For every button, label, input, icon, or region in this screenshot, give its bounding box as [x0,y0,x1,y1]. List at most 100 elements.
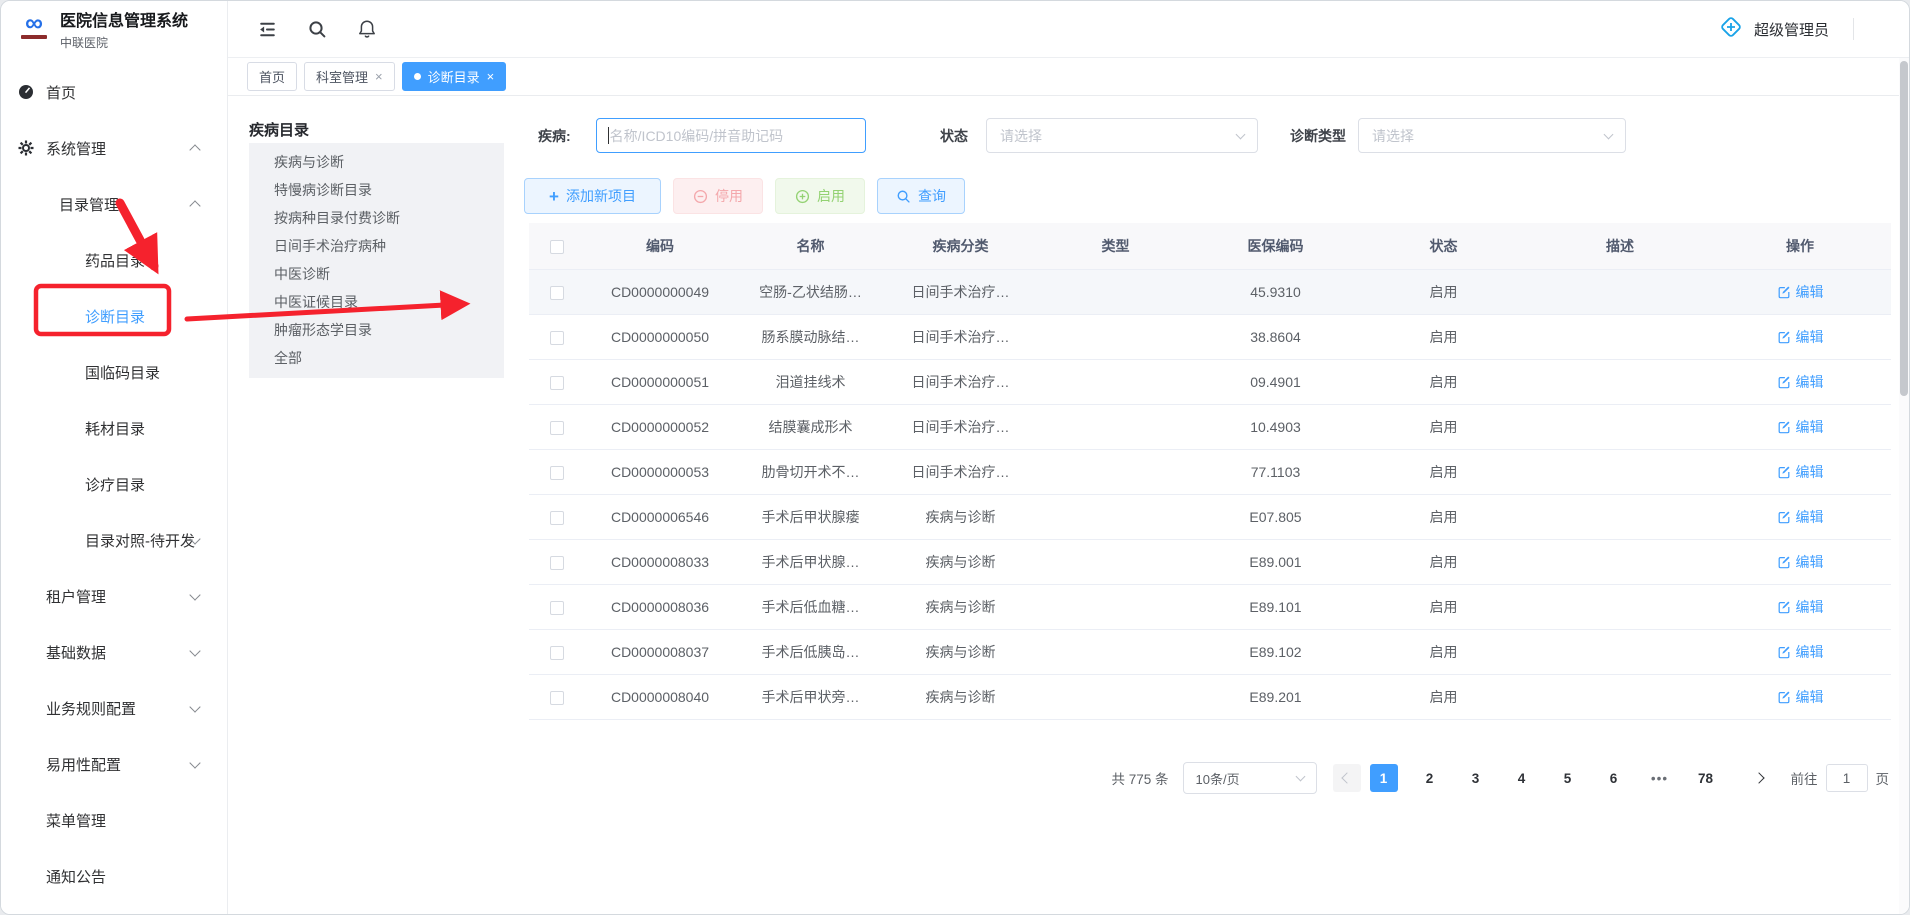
disease-catalog-tree: 疾病与诊断 特慢病诊断目录 按病种目录付费诊断 日间手术治疗病种 中医诊断 中医… [249,143,504,378]
row-checkbox[interactable] [550,646,564,660]
sidebar-item-usability-config[interactable]: 易用性配置 [1,736,227,792]
page-number[interactable]: 4 [1508,764,1536,792]
search-icon[interactable] [300,12,334,46]
app-logo-icon: ∞ [18,12,50,39]
row-checkbox[interactable] [550,556,564,570]
goto-suffix: 页 [1876,768,1890,788]
sidebar-item-catalog-mgmt[interactable]: 目录管理 [1,176,227,232]
page-numbers: 1 2 3 4 5 6 ••• 78 [1361,764,1729,792]
row-checkbox[interactable] [550,691,564,705]
sidebar-item-notice[interactable]: 通知公告 [1,848,227,904]
row-checkbox[interactable] [550,511,564,525]
chevron-down-icon [189,757,200,768]
tree-item[interactable]: 特慢病诊断目录 [249,176,504,204]
prev-page-button[interactable] [1333,764,1361,792]
fold-menu-icon[interactable] [250,12,284,46]
col-header-insurance-code: 医保编码 [1195,223,1356,269]
header-divider [1853,18,1854,40]
page-tabs: 首页 科室管理 × 诊断目录 × [228,58,1909,96]
page-number[interactable]: 78 [1692,764,1720,792]
edit-button[interactable]: 编辑 [1777,282,1824,302]
row-checkbox[interactable] [550,331,564,345]
edit-button[interactable]: 编辑 [1777,372,1824,392]
tab-home[interactable]: 首页 [247,62,297,91]
edit-button[interactable]: 编辑 [1777,327,1824,347]
magnifier-icon [896,189,911,204]
close-icon[interactable]: × [487,70,495,83]
page-number[interactable]: 6 [1600,764,1628,792]
goto-page-input[interactable] [1826,764,1868,792]
sidebar-item-tenant-mgmt[interactable]: 租户管理 [1,568,227,624]
disease-filter: 疾病: 名称/ICD10编码/拼音助记码 [538,118,866,153]
sidebar-item-national-code-catalog[interactable]: 国临码目录 [1,344,227,400]
chevron-down-icon [189,589,200,600]
page-number[interactable]: 3 [1462,764,1490,792]
sidebar-item-menu-mgmt[interactable]: 菜单管理 [1,792,227,848]
status-label: 状态 [940,126,968,146]
scrollbar-thumb[interactable] [1900,61,1908,396]
bell-icon[interactable] [350,12,384,46]
sidebar-item-catalog-mapping[interactable]: 目录对照-待开发 [1,512,227,568]
tab-department-mgmt[interactable]: 科室管理 × [304,62,395,91]
edit-button[interactable]: 编辑 [1777,597,1824,617]
sidebar-item-consumables-catalog[interactable]: 耗材目录 [1,400,227,456]
diag-type-select[interactable]: 请选择 [1358,118,1626,153]
status-select[interactable]: 请选择 [986,118,1258,153]
tree-item[interactable]: 全部 [249,344,504,372]
total-count: 共 775 条 [1111,768,1168,788]
edit-button[interactable]: 编辑 [1777,417,1824,437]
tree-item[interactable]: 疾病与诊断 [249,148,504,176]
select-all-checkbox[interactable] [550,240,564,254]
edit-button[interactable]: 编辑 [1777,642,1824,662]
tree-item[interactable]: 肿瘤形态学目录 [249,316,504,344]
edit-button[interactable]: 编辑 [1777,687,1824,707]
more-pages-icon[interactable]: ••• [1646,764,1674,792]
edit-button[interactable]: 编辑 [1777,462,1824,482]
minus-circle-icon [693,189,708,204]
app-title: 医院信息管理系统 [60,12,188,31]
next-page-button[interactable] [1745,764,1773,792]
disable-button[interactable]: 停用 [673,178,763,214]
row-checkbox[interactable] [550,376,564,390]
user-menu[interactable]: 超级管理员 [1718,14,1909,45]
row-checkbox[interactable] [550,466,564,480]
query-button[interactable]: 查询 [877,178,965,214]
tree-item[interactable]: 按病种目录付费诊断 [249,204,504,232]
enable-button[interactable]: 启用 [775,178,865,214]
tree-item[interactable]: 中医证候目录 [249,288,504,316]
chevron-left-icon [1341,772,1352,783]
tree-item[interactable]: 中医诊断 [249,260,504,288]
row-checkbox[interactable] [550,421,564,435]
col-header-name: 名称 [736,223,885,269]
sidebar-menu: 首页 系统管理 目录管理 药品目录 诊断目录 国临码目录 耗材目录 诊疗目录 目… [1,64,227,904]
edit-button[interactable]: 编辑 [1777,507,1824,527]
sidebar-item-business-rules[interactable]: 业务规则配置 [1,680,227,736]
row-checkbox[interactable] [550,601,564,615]
page-number[interactable]: 2 [1416,764,1444,792]
disease-search-input[interactable]: 名称/ICD10编码/拼音助记码 [596,118,866,153]
table-header-row: 编码 名称 疾病分类 类型 医保编码 状态 描述 操作 [529,223,1891,269]
chevron-up-icon [189,144,200,155]
edit-button[interactable]: 编辑 [1777,552,1824,572]
sidebar-item-diagnosis-catalog[interactable]: 诊断目录 [1,288,227,344]
sidebar-item-drug-catalog[interactable]: 药品目录 [1,232,227,288]
table-row: CD0000000050 肠系膜动脉结… 日间手术治疗… 38.8604 启用 … [529,314,1891,359]
sidebar-item-system-mgmt[interactable]: 系统管理 [1,120,227,176]
main-content: 疾病目录 疾病与诊断 特慢病诊断目录 按病种目录付费诊断 日间手术治疗病种 中医… [228,96,1909,914]
edit-square-icon [1777,600,1791,614]
pagination: 共 775 条 10条/页 1 2 3 4 5 6 ••• 78 [1111,762,1889,794]
chevron-down-icon [1604,129,1614,139]
page-number[interactable]: 1 [1370,764,1398,792]
page-number[interactable]: 5 [1554,764,1582,792]
table-row: CD0000000051 泪道挂线术 日间手术治疗… 09.4901 启用 编辑 [529,359,1891,404]
sidebar-item-base-data[interactable]: 基础数据 [1,624,227,680]
disease-label: 疾病: [538,126,571,146]
page-size-select[interactable]: 10条/页 [1183,762,1317,794]
tab-diagnosis-catalog[interactable]: 诊断目录 × [402,62,507,91]
sidebar-item-home[interactable]: 首页 [1,64,227,120]
sidebar-item-treatment-catalog[interactable]: 诊疗目录 [1,456,227,512]
add-item-button[interactable]: + 添加新项目 [524,178,661,214]
tree-item[interactable]: 日间手术治疗病种 [249,232,504,260]
row-checkbox[interactable] [550,286,564,300]
close-icon[interactable]: × [375,70,383,83]
